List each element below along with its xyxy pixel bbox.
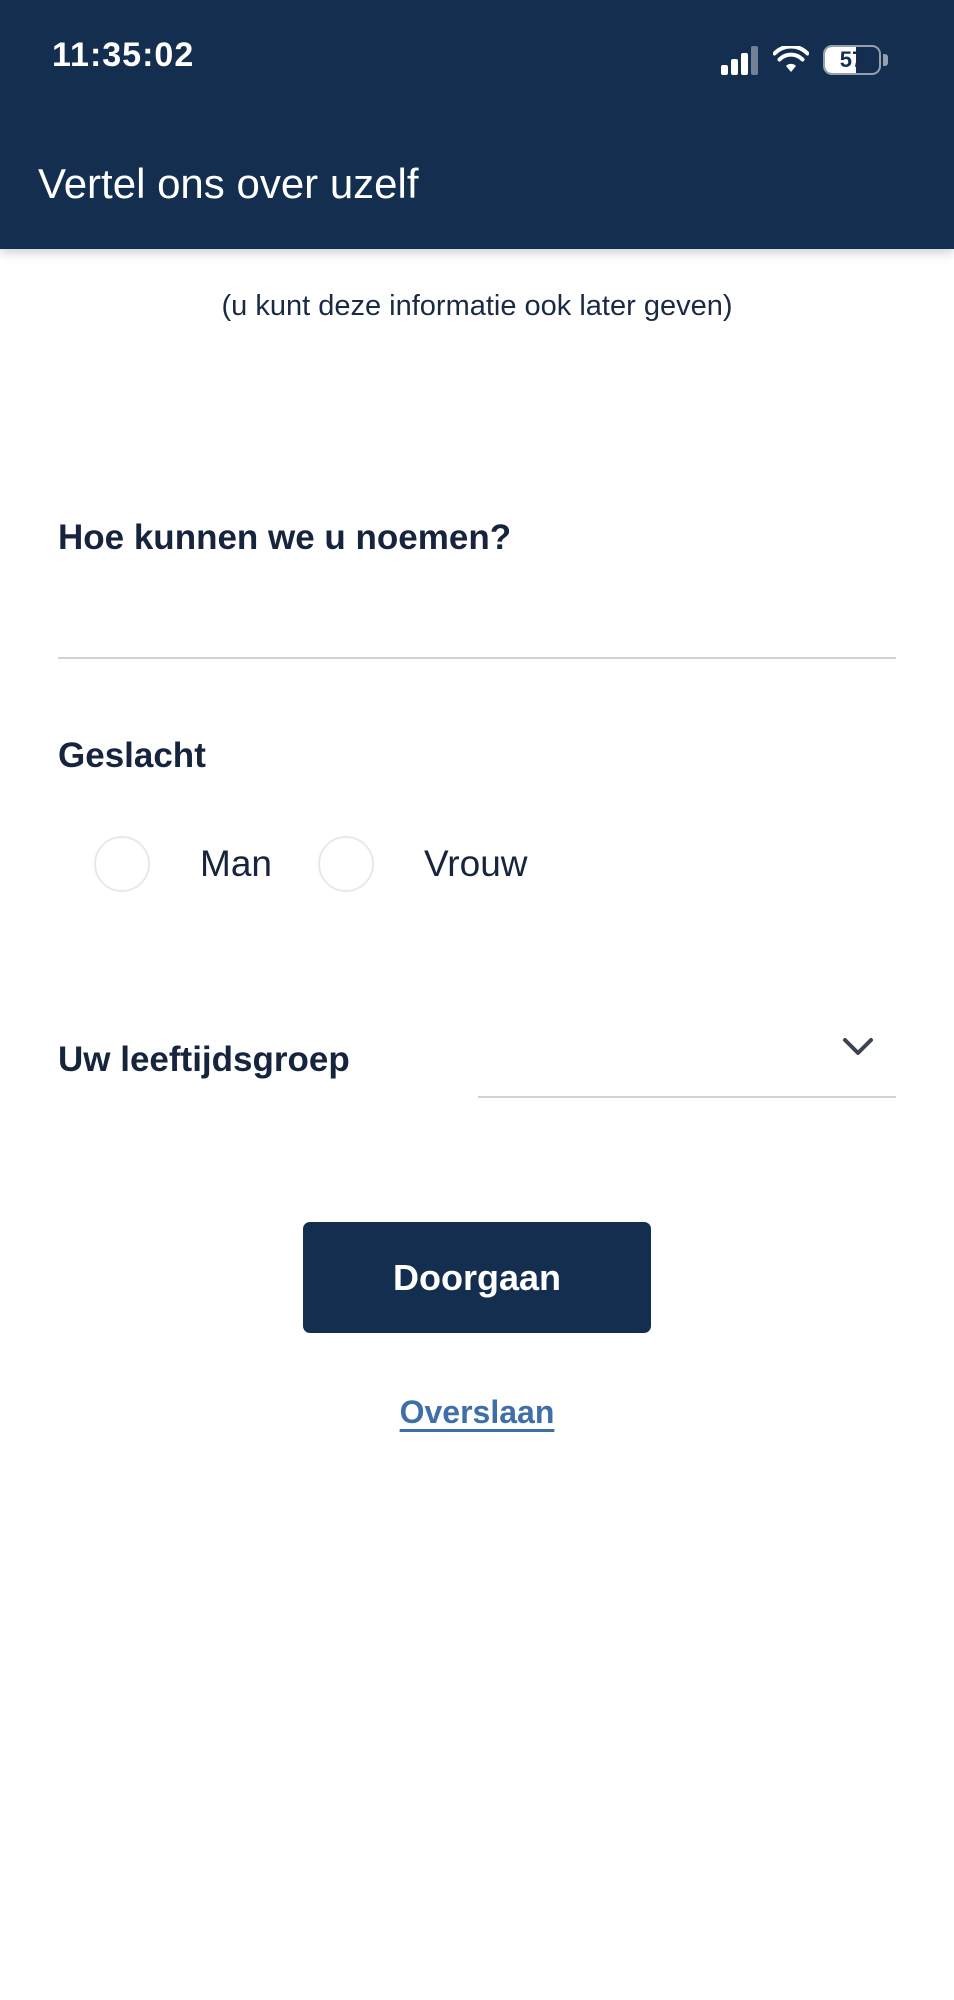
status-time: 11:35:02 — [52, 36, 195, 74]
age-group-dropdown[interactable] — [478, 1028, 896, 1098]
chevron-down-icon[interactable] — [842, 1036, 874, 1063]
gender-option-vrouw[interactable]: Vrouw — [317, 836, 528, 892]
age-group-label: Uw leeftijdsgroep — [58, 1040, 350, 1079]
battery-cap — [883, 54, 888, 66]
continue-button[interactable]: Doorgaan — [303, 1222, 651, 1333]
app-root: 11:35:02 57 Vertel ons over uzelf (u kun… — [0, 0, 954, 2000]
app-header: 11:35:02 57 Vertel ons over uzelf — [0, 0, 954, 249]
wifi-icon — [773, 46, 809, 74]
gender-radio-group: Man Vrouw — [94, 836, 574, 892]
info-subtitle: (u kunt deze informatie ook later geven) — [221, 290, 733, 322]
gender-option-label: Vrouw — [423, 843, 528, 884]
name-input[interactable] — [58, 585, 896, 659]
name-field-label: Hoe kunnen we u noemen? — [58, 518, 512, 557]
page-title: Vertel ons over uzelf — [38, 160, 419, 207]
skip-link-container: Overslaan — [0, 1394, 954, 1431]
cellular-signal-icon — [721, 45, 759, 75]
radio-button-vrouw[interactable] — [317, 836, 374, 892]
gender-option-man[interactable]: Man — [94, 836, 272, 892]
radio-button-man[interactable] — [94, 836, 150, 892]
gender-label: Geslacht — [58, 736, 206, 775]
skip-link[interactable]: Overslaan — [400, 1394, 555, 1430]
gender-option-label: Man — [200, 843, 272, 884]
status-icons: 57 — [721, 42, 888, 78]
battery-icon: 57 — [823, 45, 881, 75]
battery-level: 57 — [839, 47, 865, 72]
